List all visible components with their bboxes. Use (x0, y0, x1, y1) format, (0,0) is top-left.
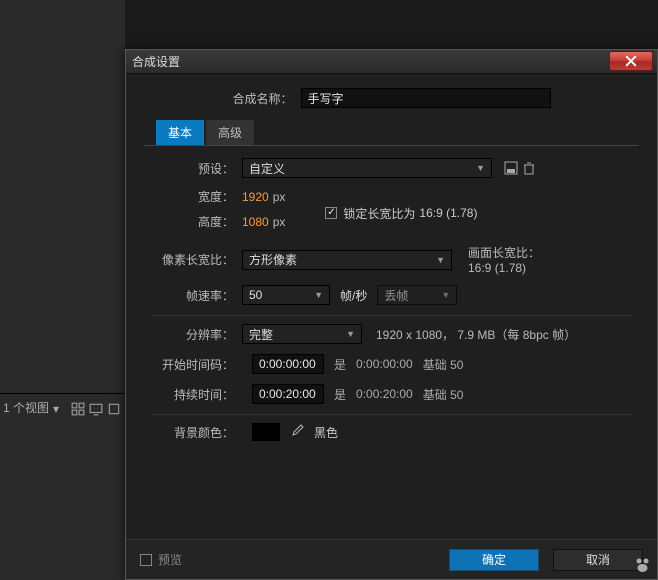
grid-icon[interactable] (71, 402, 85, 414)
start-tc-base: 基础 50 (423, 356, 464, 373)
start-tc-ref: 0:00:00:00 (356, 357, 413, 371)
resolution-select[interactable]: 完整 ▼ (242, 324, 362, 344)
par-label: 像素长宽比： (152, 251, 242, 268)
background-bottom-border (0, 393, 125, 394)
save-preset-icon[interactable] (502, 159, 520, 177)
app-background-panel (0, 0, 125, 580)
fps-label: 帧速率： (152, 287, 242, 304)
views-dropdown-icon[interactable]: ▾ (53, 402, 67, 414)
basic-section: 预设： 自定义 ▼ 宽度： 1920 px (144, 146, 639, 447)
resolution-label: 分辨率： (152, 326, 242, 343)
views-label[interactable]: 1 个视图 (3, 399, 49, 416)
par-select[interactable]: 方形像素 ▼ (242, 250, 452, 270)
tabs: 基本 高级 (156, 120, 639, 145)
dialog-footer: 预览 确定 取消 (126, 539, 657, 579)
cancel-button[interactable]: 取消 (553, 549, 643, 571)
height-value[interactable]: 1080 (242, 215, 269, 229)
watermark-icon (634, 557, 654, 578)
width-value[interactable]: 1920 (242, 190, 269, 204)
lock-aspect-ratio: 16:9 (1.78) (419, 206, 477, 220)
resolution-value: 完整 (249, 326, 273, 343)
bg-color-swatch[interactable] (252, 423, 280, 441)
bg-color-name: 黑色 (314, 424, 338, 441)
views-toolbar: 1 个视图 ▾ (3, 399, 121, 416)
drop-frame-select[interactable]: 丢帧 ▼ (377, 285, 457, 305)
chevron-down-icon: ▼ (314, 290, 323, 300)
fps-value: 50 (249, 288, 262, 302)
tab-basic[interactable]: 基本 (156, 120, 204, 145)
lock-aspect-checkbox[interactable] (325, 207, 337, 219)
close-icon (625, 55, 637, 67)
screen-icon[interactable] (89, 402, 103, 414)
comp-name-label: 合成名称： (232, 90, 300, 107)
frame-aspect-label: 画面长宽比： (468, 244, 540, 261)
chevron-down-icon: ▼ (346, 329, 355, 339)
dialog-titlebar[interactable]: 合成设置 (126, 50, 657, 74)
duration-input[interactable] (252, 384, 324, 404)
ok-button[interactable]: 确定 (449, 549, 539, 571)
preset-label: 预设： (152, 160, 242, 177)
comp-name-input[interactable] (301, 88, 551, 108)
dialog-content: 合成名称： 基本 高级 预设： 自定义 ▼ (126, 74, 657, 447)
preset-value: 自定义 (249, 160, 285, 177)
close-button[interactable] (609, 51, 653, 71)
start-tc-is: 是 (334, 356, 346, 373)
preset-select[interactable]: 自定义 ▼ (242, 158, 492, 178)
dialog-title: 合成设置 (132, 53, 180, 70)
width-unit: px (273, 190, 286, 204)
tab-advanced[interactable]: 高级 (206, 120, 254, 145)
fps-select[interactable]: 50 ▼ (242, 285, 330, 305)
height-label: 高度： (152, 213, 242, 230)
resolution-info: 1920 x 1080， 7.9 MB（每 8bpc 帧） (376, 326, 576, 343)
chevron-down-icon: ▼ (476, 163, 485, 173)
duration-label: 持续时间： (152, 386, 242, 403)
duration-ref: 0:00:20:00 (356, 387, 413, 401)
box-icon[interactable] (107, 402, 121, 414)
chevron-down-icon: ▼ (436, 255, 445, 265)
duration-is: 是 (334, 386, 346, 403)
par-value: 方形像素 (249, 251, 297, 268)
duration-base: 基础 50 (423, 386, 464, 403)
frame-aspect-value: 16:9 (1.78) (468, 261, 540, 275)
start-tc-input[interactable] (252, 354, 324, 374)
start-tc-label: 开始时间码： (152, 356, 242, 373)
delete-preset-icon[interactable] (520, 159, 538, 177)
bg-color-label: 背景颜色： (152, 424, 242, 441)
drop-frame-value: 丢帧 (384, 287, 408, 304)
fps-unit-label: 帧/秒 (340, 287, 367, 304)
height-unit: px (273, 215, 286, 229)
frame-aspect-block: 画面长宽比： 16:9 (1.78) (468, 244, 540, 275)
lock-aspect-label: 锁定长宽比为 (343, 205, 415, 222)
eyedropper-icon[interactable] (290, 424, 304, 441)
preview-label: 预览 (158, 551, 182, 568)
width-label: 宽度： (152, 188, 242, 205)
composition-settings-dialog: 合成设置 合成名称： 基本 高级 预设： 自定义 ▼ (125, 49, 658, 580)
chevron-down-icon: ▼ (441, 290, 450, 300)
preview-checkbox[interactable] (140, 554, 152, 566)
